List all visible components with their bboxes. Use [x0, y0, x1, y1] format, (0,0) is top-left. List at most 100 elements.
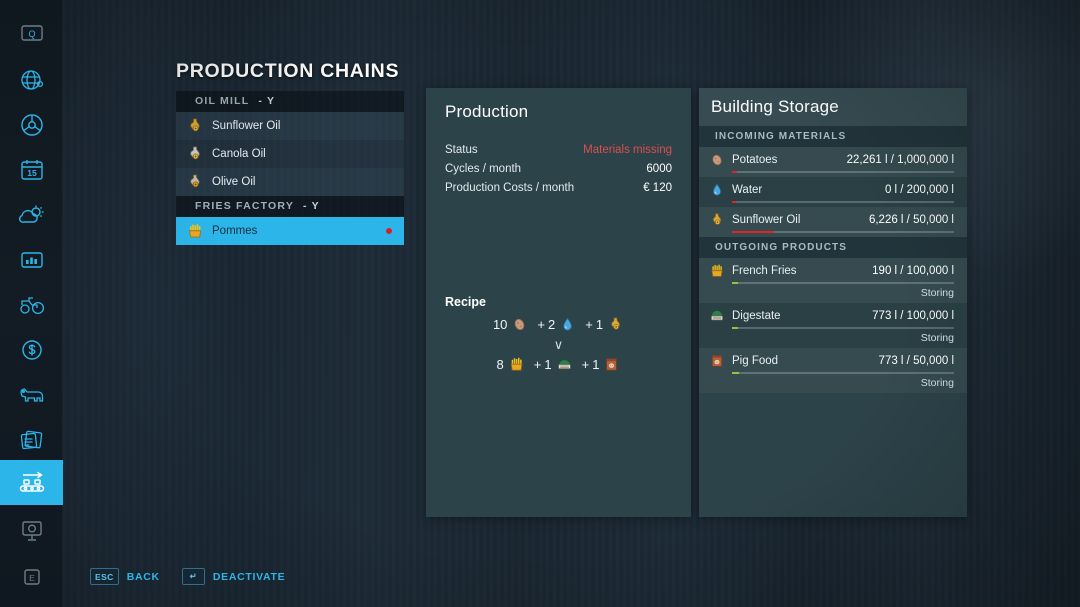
oil-bottle-icon [607, 316, 624, 333]
dollar-coin-icon [20, 338, 44, 362]
stat-label: Status [445, 143, 478, 156]
recipe-heading: Recipe [445, 295, 486, 309]
calendar-15-icon: 15 [19, 158, 45, 182]
stat-label: Production Costs / month [445, 181, 575, 194]
storage-fill-bar [732, 231, 954, 233]
oil-bottle-icon [709, 212, 725, 228]
potato-icon [709, 152, 725, 168]
recipe-input-amount: 2 [548, 317, 556, 332]
storage-item-amount: 773 l / 100,000 l [872, 310, 954, 322]
digestate-icon [556, 356, 573, 373]
recipe-outputs-row: 8 + 1 + 1 [426, 356, 691, 373]
production-panel: Production Status Materials missing Cycl… [426, 88, 691, 517]
recipe-arrow: ∨ [553, 337, 564, 352]
oil-bottle-icon [186, 173, 204, 191]
chain-item-canola-oil[interactable]: Canola Oil [176, 140, 404, 168]
storage-row-pig-food[interactable]: Pig Food 773 l / 50,000 l Storing [699, 348, 967, 393]
svg-text:Q: Q [28, 29, 35, 39]
help-hint-label: BACK [126, 570, 160, 583]
digestate-icon [709, 308, 725, 324]
stat-value: 6000 [646, 162, 672, 175]
storage-item-name: Water [732, 184, 763, 196]
contracts-icon [18, 428, 46, 452]
building-storage-panel: Building Storage INCOMING MATERIALS Pota… [699, 88, 967, 517]
sidebar-item-exit[interactable]: E [0, 554, 63, 599]
pig-food-icon [603, 356, 620, 373]
storage-item-name: Sunflower Oil [732, 214, 801, 226]
storage-item-status: Storing [920, 332, 954, 344]
recipe-input-amount: 1 [595, 317, 604, 332]
storage-section-header-outgoing: OUTGOING PRODUCTS [699, 237, 967, 258]
statistics-icon [19, 249, 45, 271]
chain-item-sunflower-oil[interactable]: Sunflower Oil [176, 112, 404, 140]
storage-row-digestate[interactable]: Digestate 773 l / 100,000 l Storing [699, 303, 967, 348]
sidebar-item-production-chains[interactable] [0, 460, 63, 505]
storage-section-header-incoming: INCOMING MATERIALS [699, 126, 967, 147]
sidebar-item-contracts[interactable] [0, 417, 63, 462]
help-hint-label: DEACTIVATE [212, 570, 286, 583]
recipe-block: 10 + 2 + 1 ∨ 8 + 1 + 1 [426, 316, 691, 373]
steering-wheel-icon [19, 112, 45, 138]
storage-row-french-fries[interactable]: French Fries 190 l / 100,000 l Storing [699, 258, 967, 303]
help-hint-deactivate[interactable]: ↵ DEACTIVATE [181, 568, 286, 585]
enter-key-icon: ↵ [181, 568, 205, 585]
e-key-icon: E [20, 567, 44, 587]
storage-item-name: Digestate [732, 310, 781, 322]
sidebar-item-map-overview[interactable]: Q [0, 10, 63, 55]
stat-row-status: Status Materials missing [445, 140, 672, 159]
storage-row-water[interactable]: Water 0 l / 200,000 l [699, 177, 967, 207]
map-overview-icon: Q [20, 23, 44, 43]
potato-icon [511, 316, 528, 333]
svg-text:E: E [29, 573, 35, 583]
sidebar-item-statistics[interactable] [0, 237, 63, 282]
esc-key-icon: ESC [90, 568, 119, 585]
sidebar-item-calendar[interactable]: 15 [0, 147, 63, 192]
sidebar-item-vehicles[interactable] [0, 102, 63, 147]
sidebar-icon-rail: Q 15 E [0, 0, 63, 607]
pig-food-icon [709, 353, 725, 369]
storage-fill-bar [732, 171, 954, 173]
storage-item-name: Potatoes [732, 154, 778, 166]
chain-item-olive-oil[interactable]: Olive Oil [176, 168, 404, 196]
help-hint-back[interactable]: ESC BACK [90, 568, 160, 585]
stat-value: Materials missing [583, 143, 672, 156]
sidebar-item-vehicle-overview[interactable] [0, 282, 63, 327]
chain-group-name: OIL MILL [195, 95, 250, 107]
storage-item-name: French Fries [732, 265, 797, 277]
chain-item-label: Sunflower Oil [212, 120, 281, 132]
sidebar-item-globe[interactable] [0, 57, 63, 102]
status-alert-dot [386, 228, 392, 234]
storage-item-status: Storing [920, 377, 954, 389]
recipe-output-amount: 1 [544, 357, 552, 372]
storage-row-sunflower-oil[interactable]: Sunflower Oil 6,226 l / 50,000 l [699, 207, 967, 237]
globe-icon [19, 67, 45, 93]
storage-item-name: Pig Food [732, 355, 779, 367]
storage-item-amount: 773 l / 50,000 l [878, 355, 954, 367]
french-fries-icon [709, 263, 725, 279]
chain-item-label: Olive Oil [212, 176, 256, 188]
chain-group-header: FRIES FACTORY - Y [176, 196, 404, 217]
french-fries-icon [186, 222, 204, 240]
recipe-plus: + [581, 357, 590, 372]
production-stats: Status Materials missing Cycles / month … [445, 140, 672, 197]
storage-row-potatoes[interactable]: Potatoes 22,261 l / 1,000,000 l [699, 147, 967, 177]
tractor-icon [17, 294, 47, 316]
water-drop-icon [709, 182, 725, 198]
stat-label: Cycles / month [445, 162, 522, 175]
help-bar: ESC BACK ↵ DEACTIVATE [90, 568, 285, 585]
sidebar-item-animals[interactable] [0, 372, 63, 417]
french-fries-icon [508, 356, 525, 373]
building-storage-title: Building Storage [711, 97, 839, 116]
stat-row-cycles: Cycles / month 6000 [445, 159, 672, 178]
cow-icon [17, 384, 47, 406]
weather-icon [18, 203, 46, 227]
sidebar-item-weather[interactable] [0, 192, 63, 237]
production-chain-list: OIL MILL - Y Sunflower Oil Canola Oil Oli… [176, 91, 404, 245]
sidebar-item-finances[interactable] [0, 327, 63, 372]
storage-item-amount: 190 l / 100,000 l [872, 265, 954, 277]
chain-item-pommes[interactable]: Pommes [176, 217, 404, 245]
recipe-inputs-row: 10 + 2 + 1 [426, 316, 691, 333]
storage-fill-bar [732, 372, 954, 374]
production-panel-title: Production [445, 102, 529, 121]
sidebar-item-help[interactable] [0, 508, 63, 553]
